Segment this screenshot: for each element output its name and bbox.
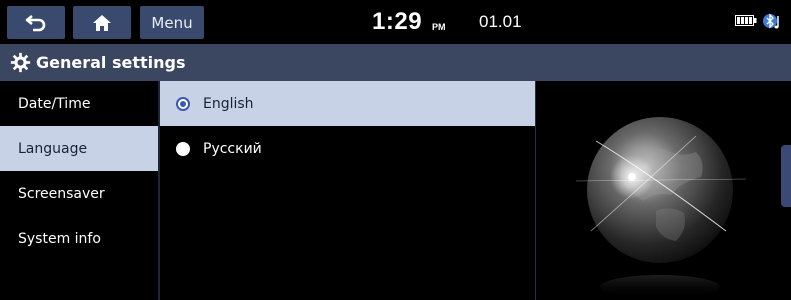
language-option-russian[interactable]: Русский (160, 126, 535, 171)
sidebar-item-screensaver[interactable]: Screensaver (0, 171, 158, 216)
page-title: General settings (36, 53, 186, 72)
sidebar-item-label: Date/Time (18, 95, 91, 112)
date-display: 01.01 (479, 12, 522, 31)
home-button[interactable] (73, 6, 131, 39)
side-panel-handle[interactable] (781, 145, 791, 207)
status-bar: Menu 1:29 PM 01.01 (0, 0, 791, 44)
sidebar: Date/Time Language Screensaver System in… (0, 81, 158, 300)
sidebar-item-label: Screensaver (18, 185, 105, 202)
clock-ampm: PM (432, 22, 446, 32)
sidebar-item-label: System info (18, 230, 101, 247)
sidebar-item-label: Language (18, 140, 88, 157)
home-icon (93, 14, 111, 31)
radio-unselected-icon[interactable] (176, 141, 190, 156)
sidebar-item-language[interactable]: Language (0, 126, 158, 171)
menu-button[interactable]: Menu (140, 6, 204, 39)
globe-illustration (536, 81, 791, 300)
language-option-label: English (203, 95, 254, 112)
language-list: English Русский (160, 81, 535, 300)
globe-icon (575, 117, 747, 299)
battery-icon (735, 15, 757, 26)
sidebar-item-date-time[interactable]: Date/Time (0, 81, 158, 126)
back-button[interactable] (7, 6, 65, 39)
bluetooth-icon (763, 13, 779, 29)
clock-time: 1:29 (372, 8, 423, 35)
sidebar-item-system-info[interactable]: System info (0, 216, 158, 261)
language-option-english[interactable]: English (160, 81, 535, 126)
header-bar: General settings (0, 44, 791, 81)
back-arrow-icon (25, 14, 46, 31)
menu-button-label: Menu (151, 13, 193, 32)
language-option-label: Русский (203, 140, 262, 157)
gear-icon (10, 52, 31, 73)
radio-selected-icon[interactable] (176, 96, 190, 111)
